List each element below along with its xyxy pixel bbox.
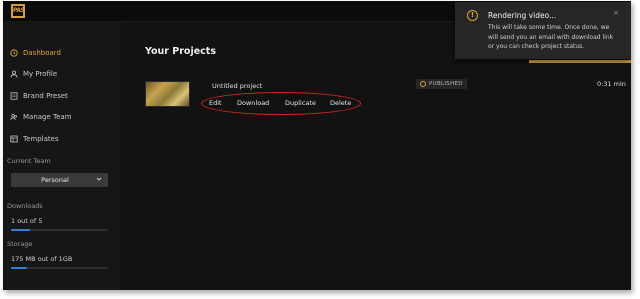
- info-icon: !: [467, 10, 478, 21]
- downloads-label: Downloads: [7, 202, 43, 210]
- sidebar-item-label: Brand Preset: [23, 92, 68, 100]
- grid-icon: [9, 135, 18, 144]
- project-name: Untitled project: [212, 82, 263, 90]
- team-icon: [9, 113, 18, 122]
- sidebar: Dashboard My Profile Brand Preset Manage…: [3, 21, 121, 290]
- toast-message: This will take some time. Once done, we …: [488, 24, 614, 50]
- sidebar-item-dashboard[interactable]: Dashboard: [9, 46, 61, 60]
- project-thumbnail[interactable]: [145, 81, 190, 107]
- storage-progress-bar: [11, 267, 108, 269]
- create-project-button-edge[interactable]: [529, 60, 631, 63]
- published-status-icon: [420, 81, 426, 87]
- sidebar-item-label: Dashboard: [23, 49, 61, 57]
- chevron-down-icon: [96, 176, 102, 184]
- sidebar-item-label: Templates: [23, 135, 59, 143]
- downloads-progress-fill: [11, 229, 31, 231]
- sidebar-item-templates[interactable]: Templates: [9, 132, 59, 146]
- sidebar-item-label: My Profile: [23, 70, 58, 78]
- sidebar-item-brand-preset[interactable]: Brand Preset: [9, 89, 68, 103]
- clock-icon: [9, 49, 18, 58]
- sidebar-item-my-profile[interactable]: My Profile: [9, 67, 57, 81]
- rendering-toast: ! Rendering video... This will take some…: [455, 2, 631, 59]
- storage-label: Storage: [7, 240, 33, 248]
- toast-title: Rendering video...: [488, 11, 557, 20]
- sidebar-item-manage-team[interactable]: Manage Team: [9, 110, 72, 124]
- document-icon: [9, 92, 18, 101]
- team-select[interactable]: Personal: [11, 173, 108, 187]
- page-title: Your Projects: [145, 46, 216, 57]
- team-select-value: Personal: [41, 176, 69, 184]
- project-duration: 0:31 min: [597, 80, 626, 88]
- downloads-progress-bar: [11, 229, 108, 231]
- status-badge: PUBLISHED: [416, 79, 467, 89]
- app-window: PAS Dashboard My Profile Brand Preset Ma…: [3, 1, 631, 290]
- close-icon[interactable]: ×: [613, 9, 619, 17]
- downloads-value: 1 out of 5: [11, 217, 43, 225]
- status-badge-label: PUBLISHED: [429, 81, 463, 87]
- user-icon: [9, 70, 18, 79]
- storage-value: 175 MB out of 1GB: [11, 255, 73, 263]
- sidebar-item-label: Manage Team: [23, 113, 72, 121]
- current-team-label: Current Team: [7, 157, 51, 165]
- annotation-highlight-ellipse: [201, 92, 361, 115]
- app-logo[interactable]: PAS: [11, 4, 25, 18]
- storage-progress-fill: [11, 267, 28, 269]
